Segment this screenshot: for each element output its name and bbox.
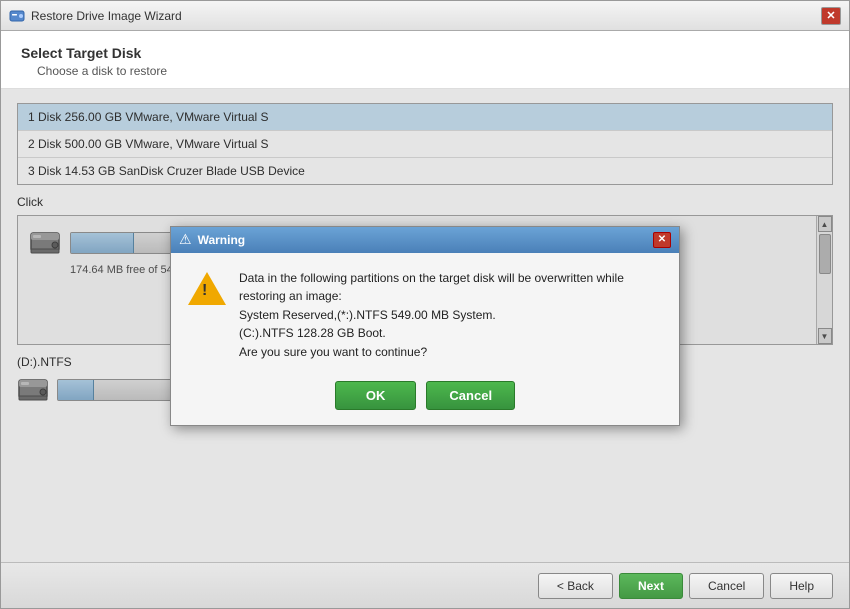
warning-dialog: ⚠ Warning ✕ Data in the following partit… — [170, 226, 680, 426]
title-bar: Restore Drive Image Wizard ✕ — [1, 1, 849, 31]
dialog-title-text: Warning — [198, 233, 246, 247]
title-bar-left: Restore Drive Image Wizard — [9, 8, 182, 24]
dialog-title-bar: ⚠ Warning ✕ — [171, 227, 679, 253]
window-close-button[interactable]: ✕ — [821, 7, 841, 25]
dialog-buttons: OK Cancel — [171, 373, 679, 424]
warning-icon-wrap — [187, 269, 227, 309]
dialog-message-line-1: Data in the following partitions on the … — [239, 271, 624, 285]
dialog-warning-icon: ⚠ — [179, 231, 192, 248]
dialog-message-line-3: System Reserved,(*:).NTFS 549.00 MB Syst… — [239, 308, 496, 322]
dialog-close-button[interactable]: ✕ — [653, 232, 671, 248]
dialog-message: Data in the following partitions on the … — [239, 269, 624, 362]
wizard-header-title: Select Target Disk — [21, 45, 829, 61]
dialog-overlay: ⚠ Warning ✕ Data in the following partit… — [1, 89, 849, 562]
dialog-ok-button[interactable]: OK — [335, 381, 417, 410]
wizard-content: 1 Disk 256.00 GB VMware, VMware Virtual … — [1, 89, 849, 562]
wizard-header: Select Target Disk Choose a disk to rest… — [1, 31, 849, 89]
dialog-message-line-4: (C:).NTFS 128.28 GB Boot. — [239, 326, 386, 340]
dialog-title-left: ⚠ Warning — [179, 231, 245, 248]
warning-triangle-icon — [188, 272, 226, 305]
help-button[interactable]: Help — [770, 573, 833, 599]
wizard-title-icon — [9, 8, 25, 24]
dialog-body: Data in the following partitions on the … — [171, 253, 679, 374]
dialog-cancel-button[interactable]: Cancel — [426, 381, 515, 410]
title-text: Restore Drive Image Wizard — [31, 9, 182, 23]
dialog-message-line-5: Are you sure you want to continue? — [239, 345, 427, 359]
next-button[interactable]: Next — [619, 573, 683, 599]
dialog-message-line-2: restoring an image: — [239, 289, 342, 303]
wizard-header-subtitle: Choose a disk to restore — [21, 64, 829, 78]
wizard-footer: < Back Next Cancel Help — [1, 562, 849, 608]
cancel-button[interactable]: Cancel — [689, 573, 764, 599]
wizard-window: Restore Drive Image Wizard ✕ Select Targ… — [0, 0, 850, 609]
back-button[interactable]: < Back — [538, 573, 613, 599]
